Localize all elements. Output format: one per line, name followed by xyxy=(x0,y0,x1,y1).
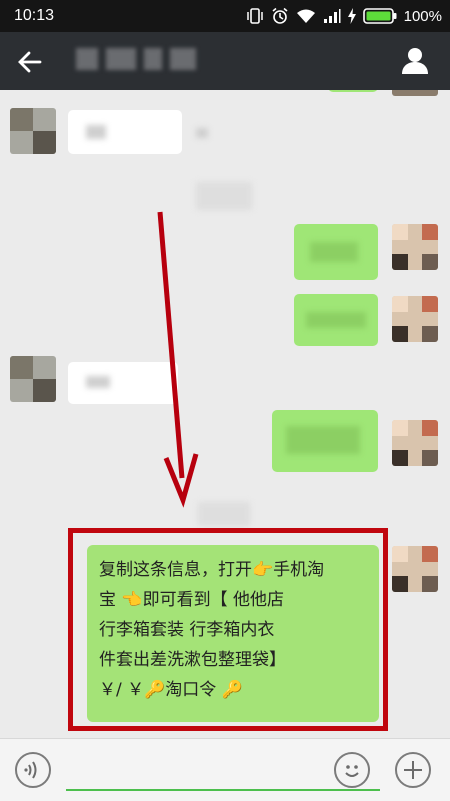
battery-percent: 100% xyxy=(403,7,442,25)
redacted-received-bubble xyxy=(68,110,182,154)
status-bar: 10:13 100% xyxy=(0,0,450,32)
signal-icon xyxy=(323,9,341,23)
status-icons: 100% xyxy=(246,5,442,27)
redacted-time-divider xyxy=(196,182,252,210)
annotation-arrow-icon xyxy=(157,211,199,508)
alarm-icon xyxy=(272,7,288,24)
redacted-sent-bubble xyxy=(328,90,378,92)
redacted-my-avatar xyxy=(392,296,438,342)
voice-icon xyxy=(24,761,37,779)
chat-header xyxy=(0,32,450,90)
annotation-highlight-box xyxy=(68,528,388,731)
chat-title-redacted xyxy=(76,48,226,74)
more-options-button[interactable] xyxy=(395,752,431,788)
redacted-contact-avatar xyxy=(10,356,56,402)
back-arrow-icon[interactable] xyxy=(16,48,44,76)
charging-icon xyxy=(347,8,356,24)
battery-icon xyxy=(362,8,397,24)
contact-profile-icon[interactable] xyxy=(400,46,430,76)
message-input[interactable] xyxy=(66,789,380,791)
smiley-icon xyxy=(345,765,359,777)
chat-messages[interactable]: 复制这条信息，打开👉手机淘 宝 👈即可看到【 他他店 行李箱套装 行李箱内衣 件… xyxy=(0,90,450,738)
redacted-my-avatar xyxy=(392,224,438,270)
plus-icon xyxy=(404,761,422,779)
redacted-avatar xyxy=(392,90,438,96)
vibrate-icon xyxy=(246,8,263,24)
wifi-icon xyxy=(296,9,315,23)
my-avatar xyxy=(392,546,438,592)
redacted-sent-bubble xyxy=(272,410,378,472)
redacted-timestamp xyxy=(196,128,208,138)
redacted-sent-bubble xyxy=(294,224,378,280)
redacted-my-avatar xyxy=(392,420,438,466)
message-input-bar xyxy=(0,738,450,801)
redacted-contact-avatar xyxy=(10,108,56,154)
status-time: 10:13 xyxy=(14,7,55,24)
voice-input-button[interactable] xyxy=(15,752,51,788)
redacted-sent-bubble xyxy=(294,294,378,346)
emoji-button[interactable] xyxy=(334,752,370,788)
